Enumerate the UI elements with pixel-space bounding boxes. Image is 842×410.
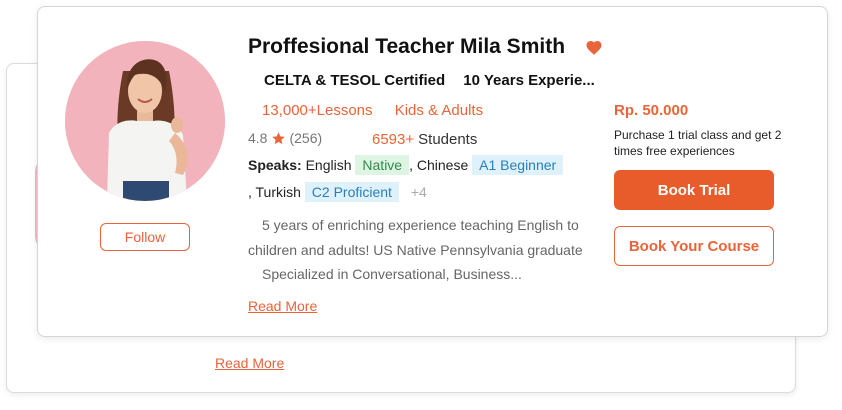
teacher-avatar: [65, 41, 225, 201]
experience-label: 10 Years Experie...: [463, 72, 595, 89]
trial-promo-text: Purchase 1 trial class and get 2 times f…: [614, 128, 782, 158]
credentials-row: CELTA & TESOL Certified 10 Years Experie…: [264, 72, 595, 89]
certification-label: CELTA & TESOL Certified: [264, 72, 446, 89]
students-stat: 6593+ Students: [372, 131, 477, 148]
languages-row-2: , Turkish C2 Proficient +4: [248, 182, 427, 202]
review-count: (256): [289, 130, 323, 146]
teacher-bio: 5 years of enriching experience teaching…: [248, 213, 598, 287]
heart-icon[interactable]: [585, 39, 603, 57]
bio-line: 5 years of enriching experience teaching…: [262, 217, 579, 233]
bio-line: Specialized in Conversational, Business.…: [262, 266, 522, 282]
audience-label: Kids & Adults: [394, 102, 484, 119]
trial-price: Rp. 50.000: [614, 102, 689, 119]
read-more-link[interactable]: Read More: [248, 298, 317, 314]
book-trial-button[interactable]: Book Trial: [614, 170, 774, 210]
language-level-tag: Native: [355, 155, 410, 175]
students-count: 6593+: [372, 131, 415, 148]
students-label: Students: [418, 131, 478, 148]
language-name: , Turkish: [248, 184, 301, 200]
star-icon: [272, 131, 286, 144]
language-name: , Chinese: [409, 157, 469, 173]
teacher-photo: [65, 41, 225, 201]
background-read-more-link[interactable]: Read More: [215, 355, 284, 371]
teacher-card: Follow Proffesional Teacher Mila Smith C…: [37, 6, 828, 337]
stats-row: 13,000+Lessons Kids & Adults: [262, 102, 483, 119]
more-languages-count[interactable]: +4: [411, 184, 427, 200]
lessons-count: 13,000+Lessons: [262, 102, 373, 119]
follow-button[interactable]: Follow: [100, 223, 190, 251]
teacher-name: Proffesional Teacher Mila Smith: [248, 35, 566, 58]
book-course-button[interactable]: Book Your Course: [614, 226, 774, 266]
language-level-tag: C2 Proficient: [304, 182, 399, 202]
language-name: English: [305, 157, 352, 173]
rating-value: 4.8: [248, 130, 268, 146]
speaks-label: Speaks:: [248, 157, 302, 173]
bio-line: children and adults! US Native Pennsylva…: [248, 241, 583, 258]
rating-row: 4.8 (256): [248, 130, 322, 146]
language-level-tag: A1 Beginner: [472, 155, 564, 175]
languages-row: Speaks: English Native, Chinese A1 Begin…: [248, 155, 564, 175]
